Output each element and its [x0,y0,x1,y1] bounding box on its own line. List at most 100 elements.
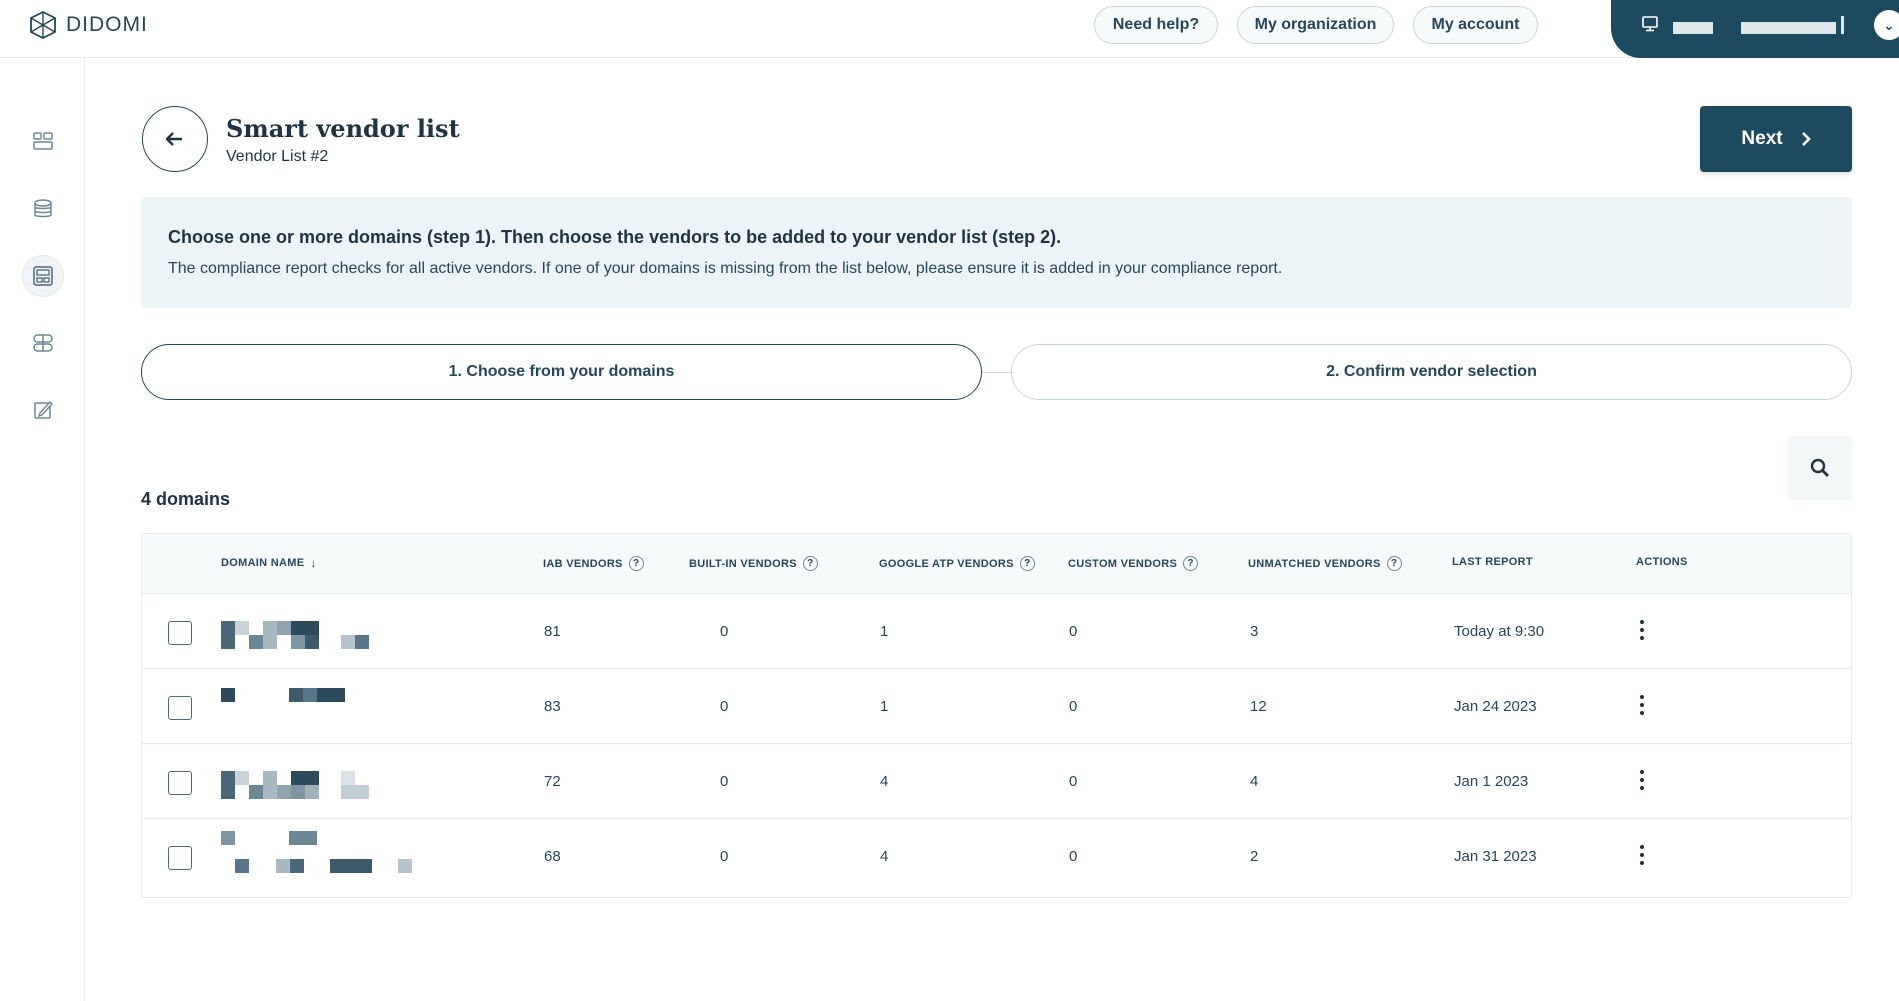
custom-vendors-value: 0 [1069,698,1078,715]
organization-selector[interactable]: ⌄ [1611,0,1899,58]
row-checkbox[interactable] [168,846,192,870]
monitor-icon [1642,16,1658,32]
last-report-value: Jan 31 2023 [1454,848,1537,865]
unmatched-vendors-value: 12 [1250,698,1267,715]
widgets-icon [33,334,53,352]
table-row[interactable]: 72 0 4 0 4 Jan 1 2023 [142,744,1851,819]
column-custom-vendors: CUSTOM VENDORS ? [1068,556,1199,571]
logo-text: DIDOMI [66,13,148,36]
top-bar: DIDOMI Need help? My organization My acc… [0,0,1899,58]
redacted-block [1673,22,1713,34]
unmatched-vendors-value: 3 [1250,623,1259,640]
custom-vendors-value: 0 [1069,848,1078,865]
column-google-label: GOOGLE ATP VENDORS [879,557,1014,570]
step-confirm-vendors[interactable]: 2. Confirm vendor selection [1011,344,1852,400]
row-checkbox[interactable] [168,771,192,795]
sidebar-item-consent[interactable] [22,389,64,431]
row-checkbox[interactable] [168,621,192,645]
column-actions-label: ACTIONS [1636,556,1688,568]
arrow-left-icon [166,132,182,146]
last-report-value: Jan 24 2023 [1454,698,1537,715]
more-actions-icon[interactable] [1637,770,1647,794]
chevron-down-icon[interactable]: ⌄ [1874,10,1899,40]
column-last-report: LAST REPORT [1452,556,1533,568]
column-unmatched-vendors: UNMATCHED VENDORS ? [1248,556,1402,571]
custom-vendors-value: 0 [1069,773,1078,790]
help-icon[interactable]: ? [802,556,818,571]
more-actions-icon[interactable] [1637,695,1647,719]
iab-vendors-value: 68 [544,848,561,865]
report-icon [33,266,53,286]
help-icon[interactable]: ? [1183,556,1199,571]
sidebar [0,58,85,1001]
step-choose-domains[interactable]: 1. Choose from your domains [141,344,982,400]
domains-table: DOMAIN NAME ↓ IAB VENDORS ? BUILT-IN VEN… [141,533,1852,898]
help-icon[interactable]: ? [1019,556,1035,571]
builtin-vendors-value: 0 [720,698,729,715]
google-atp-vendors-value: 4 [880,848,889,865]
more-actions-icon[interactable] [1637,620,1647,644]
column-google-atp-vendors: GOOGLE ATP VENDORS ? [879,556,1035,571]
row-checkbox[interactable] [168,696,192,720]
column-domain-name[interactable]: DOMAIN NAME ↓ [221,556,317,570]
sidebar-item-widgets[interactable] [22,322,64,364]
need-help-button[interactable]: Need help? [1094,6,1218,44]
custom-vendors-value: 0 [1069,623,1078,640]
google-atp-vendors-value: 1 [880,698,889,715]
unmatched-vendors-value: 4 [1250,773,1259,790]
didomi-logo-icon [30,10,56,40]
builtin-vendors-value: 0 [720,848,729,865]
last-report-value: Jan 1 2023 [1454,773,1529,790]
info-box: Choose one or more domains (step 1). The… [141,197,1852,308]
next-button-label: Next [1741,128,1783,149]
column-domain-name-label: DOMAIN NAME [221,557,305,569]
info-text: The compliance report checks for all act… [168,260,1283,277]
database-icon [34,199,52,218]
search-button[interactable] [1788,436,1852,500]
domain-count: 4 domains [141,489,231,509]
table-header: DOMAIN NAME ↓ IAB VENDORS ? BUILT-IN VEN… [142,534,1851,594]
unmatched-vendors-value: 2 [1250,848,1259,865]
iab-vendors-value: 83 [544,698,561,715]
google-atp-vendors-value: 4 [880,773,889,790]
edit-note-icon [34,400,53,419]
didomi-logo[interactable]: DIDOMI [28,10,148,40]
last-report-value: Today at 9:30 [1454,623,1545,640]
sidebar-item-dashboard[interactable] [22,120,64,162]
help-icon[interactable]: ? [1386,556,1402,571]
iab-vendors-value: 81 [544,623,561,640]
column-last-report-label: LAST REPORT [1452,556,1533,568]
column-custom-label: CUSTOM VENDORS [1068,557,1178,570]
sort-arrow-down-icon: ↓ [310,556,317,570]
redacted-block [1841,16,1844,34]
search-icon [1810,458,1829,477]
builtin-vendors-value: 0 [720,773,729,790]
help-icon[interactable]: ? [628,556,644,571]
google-atp-vendors-value: 1 [880,623,889,640]
column-actions: ACTIONS [1636,556,1688,568]
more-actions-icon[interactable] [1637,845,1647,869]
column-unmatched-label: UNMATCHED VENDORS [1248,557,1381,570]
column-iab-vendors: IAB VENDORS ? [543,556,644,571]
next-button[interactable]: Next [1700,106,1852,172]
column-builtin-vendors: BUILT-IN VENDORS ? [689,556,818,571]
sidebar-item-reports[interactable] [22,255,64,297]
iab-vendors-value: 72 [544,773,561,790]
builtin-vendors-value: 0 [720,623,729,640]
redacted-block [1741,22,1836,34]
my-organization-button[interactable]: My organization [1237,6,1394,44]
back-button[interactable] [142,106,208,172]
table-row[interactable]: 83 0 1 0 12 Jan 24 2023 [142,669,1851,744]
chevron-right-icon [1801,132,1811,146]
page-title: Smart vendor list [226,114,460,143]
info-title: Choose one or more domains (step 1). The… [168,227,1062,247]
table-row[interactable]: 68 0 4 0 2 Jan 31 2023 [142,819,1851,894]
sidebar-item-data[interactable] [22,188,64,230]
my-account-button[interactable]: My account [1413,6,1538,44]
column-iab-label: IAB VENDORS [543,557,623,570]
dashboard-icon [33,132,53,150]
step-connector [982,372,1011,373]
page-subtitle: Vendor List #2 [226,148,329,165]
column-builtin-label: BUILT-IN VENDORS [689,557,797,570]
table-row[interactable]: 81 0 1 0 3 Today at 9:30 [142,594,1851,669]
